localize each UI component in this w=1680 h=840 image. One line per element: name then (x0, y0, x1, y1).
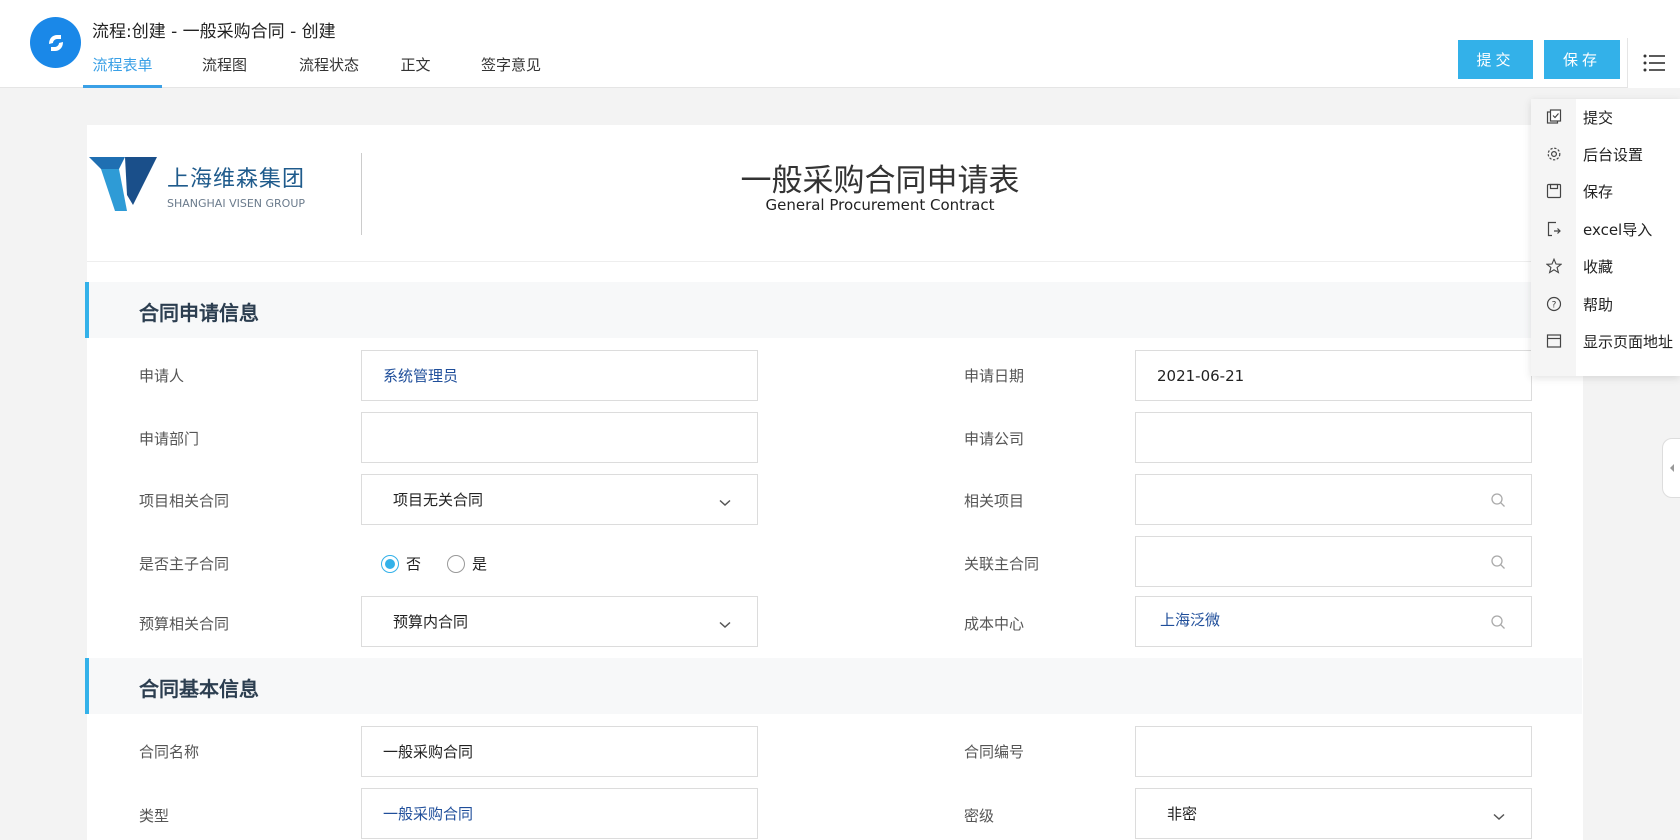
import-icon (1531, 221, 1576, 237)
contract-name-field[interactable]: 一般采购合同 (361, 726, 758, 777)
menu-item-save[interactable]: 保存 (1531, 176, 1680, 206)
search-icon[interactable] (1490, 554, 1506, 574)
budget-contract-label: 预算相关合同 (139, 615, 230, 633)
applicant-label: 申请人 (139, 367, 185, 385)
submit-doc-icon (1531, 109, 1576, 125)
save-button[interactable]: 保存 (1544, 40, 1620, 79)
master-contract-field[interactable] (1135, 536, 1532, 587)
contract-name-label: 合同名称 (139, 743, 200, 761)
top-bar: 流程:创建 - 一般采购合同 - 创建 流程表单 流程图 流程状态 正文 签字意… (0, 0, 1680, 88)
app-logo-icon (30, 17, 81, 68)
tab-form[interactable]: 流程表单 (83, 52, 162, 88)
action-menu: 提交 后台设置 保存 excel导入 收藏 ? 帮助 显示页面地址 (1531, 99, 1680, 376)
section-apply-info: 合同申请信息 (85, 282, 1582, 338)
menu-item-help[interactable]: ? 帮助 (1531, 289, 1680, 319)
apply-company-label: 申请公司 (964, 430, 1025, 448)
page-title: 流程:创建 - 一般采购合同 - 创建 (92, 22, 336, 42)
related-project-field[interactable] (1135, 474, 1532, 525)
tab-bar: 流程表单 流程图 流程状态 正文 签字意见 (83, 52, 566, 88)
side-panel-handle[interactable] (1662, 438, 1680, 498)
apply-company-field[interactable] (1135, 412, 1532, 463)
secret-level-label: 密级 (964, 807, 995, 825)
submit-button[interactable]: 提交 (1458, 40, 1533, 79)
contract-number-field[interactable] (1135, 726, 1532, 777)
chevron-down-icon (719, 615, 731, 633)
cost-center-field[interactable]: 上海泛微 (1135, 596, 1532, 647)
floppy-icon (1531, 183, 1576, 199)
section-title: 合同基本信息 (139, 677, 259, 701)
menu-item-excel-import[interactable]: excel导入 (1531, 214, 1680, 244)
radio-yes[interactable] (447, 554, 466, 573)
chevron-left-icon (1670, 464, 1674, 472)
chevron-down-icon (719, 493, 731, 511)
radio-yes-label: 是 (472, 555, 488, 573)
section-basic-info: 合同基本信息 (85, 658, 1582, 714)
is-master-label: 是否主子合同 (139, 555, 230, 573)
menu-list-icon[interactable] (1627, 38, 1680, 88)
radio-no[interactable] (381, 554, 399, 573)
gear-icon (1531, 146, 1576, 162)
apply-dept-label: 申请部门 (139, 430, 200, 448)
project-contract-select[interactable]: 项目无关合同 (361, 474, 758, 525)
contract-number-label: 合同编号 (964, 743, 1025, 761)
apply-date-field[interactable]: 2021-06-21 (1135, 350, 1532, 401)
is-master-radio-group: 否 是 (381, 553, 487, 574)
budget-contract-select[interactable]: 预算内合同 (361, 596, 758, 647)
search-icon[interactable] (1490, 614, 1506, 634)
apply-date-label: 申请日期 (964, 367, 1025, 385)
tab-body-text[interactable]: 正文 (375, 52, 456, 88)
related-project-label: 相关项目 (964, 492, 1025, 510)
cost-center-label: 成本中心 (964, 615, 1025, 633)
apply-dept-field[interactable] (361, 412, 758, 463)
radio-no-label: 否 (406, 555, 422, 573)
browser-window-icon (1531, 333, 1576, 349)
tab-flow-status[interactable]: 流程状态 (283, 52, 375, 88)
section-title: 合同申请信息 (139, 301, 259, 325)
menu-item-favorite[interactable]: 收藏 (1531, 251, 1680, 281)
form-subtitle: General Procurement Contract (765, 196, 995, 214)
master-contract-label: 关联主合同 (964, 555, 1040, 573)
form-title: 一般采购合同申请表 (740, 163, 1020, 199)
tab-sign-opinion[interactable]: 签字意见 (456, 52, 566, 88)
menu-item-submit[interactable]: 提交 (1531, 102, 1680, 132)
type-label: 类型 (139, 807, 170, 825)
secret-level-select[interactable]: 非密 (1135, 788, 1532, 839)
svg-text:?: ? (1551, 301, 1556, 311)
applicant-field[interactable]: 系统管理员 (361, 350, 758, 401)
menu-item-show-url[interactable]: 显示页面地址 (1531, 326, 1680, 356)
search-icon[interactable] (1490, 492, 1506, 512)
chevron-down-icon (1493, 807, 1505, 825)
tab-flowchart[interactable]: 流程图 (166, 52, 283, 88)
project-contract-label: 项目相关合同 (139, 492, 230, 510)
type-field[interactable]: 一般采购合同 (361, 788, 758, 839)
help-icon: ? (1531, 296, 1576, 312)
star-icon (1531, 258, 1576, 274)
menu-item-settings[interactable]: 后台设置 (1531, 139, 1680, 169)
form-header: 上海维森集团 SHANGHAI VISEN GROUP 一般采购合同申请表 Ge… (87, 125, 1583, 262)
